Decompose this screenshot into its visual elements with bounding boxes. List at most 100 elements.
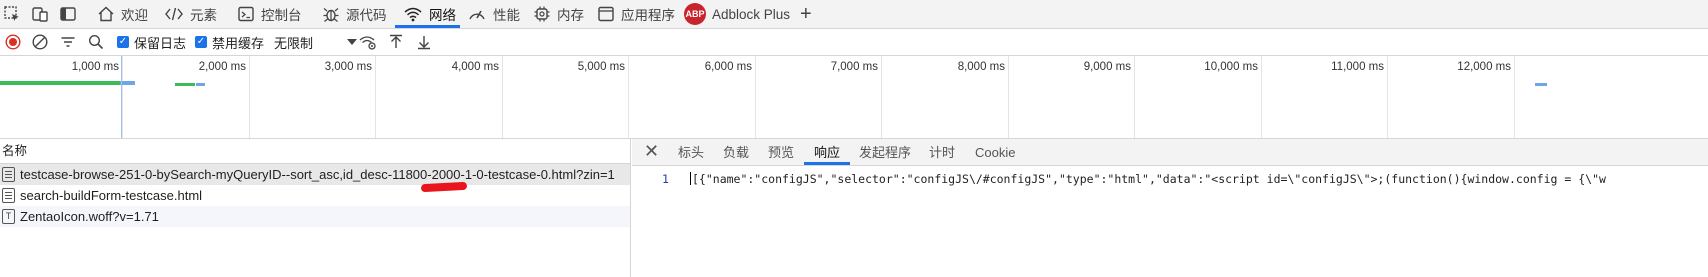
filter-icon bbox=[61, 37, 75, 47]
timeline-tick-label: 12,000 ms bbox=[1457, 61, 1511, 73]
download-icon bbox=[418, 36, 430, 50]
throttling-select[interactable]: 无限制 bbox=[274, 34, 358, 51]
preserve-log-checkbox[interactable]: ✓ 保留日志 bbox=[117, 34, 187, 51]
tab-label: 性能 bbox=[493, 8, 520, 23]
tab-label: Adblock Plus bbox=[712, 6, 791, 22]
tab-label: 源代码 bbox=[346, 8, 387, 23]
chevron-down-icon bbox=[347, 39, 358, 45]
clear-button[interactable] bbox=[30, 32, 50, 52]
table-row[interactable]: testcase-browse-251-0-bySearch-myQueryID… bbox=[0, 164, 630, 185]
add-tool-icon[interactable]: + bbox=[800, 3, 812, 26]
gauge-icon bbox=[469, 10, 485, 20]
tab-headers[interactable]: 标头 bbox=[678, 139, 704, 165]
import-har-button[interactable] bbox=[386, 32, 406, 52]
request-name: search-buildForm-testcase.html bbox=[20, 188, 203, 203]
search-button[interactable] bbox=[86, 32, 106, 52]
tab-timing[interactable]: 计时 bbox=[929, 139, 955, 165]
timeline-selection-marker bbox=[121, 56, 122, 138]
tab-cookie[interactable]: Cookie bbox=[975, 139, 1015, 165]
preserve-log-label: 保留日志 bbox=[134, 35, 187, 51]
bug-icon bbox=[323, 8, 339, 22]
timeline-tick-label: 1,000 ms bbox=[71, 61, 119, 73]
export-har-button[interactable] bbox=[414, 32, 434, 52]
tab-memory[interactable]: 内存 bbox=[533, 0, 584, 28]
tab-label: 应用程序 bbox=[621, 8, 675, 23]
timeline-gridline bbox=[1514, 56, 1515, 138]
tab-preview[interactable]: 预览 bbox=[768, 139, 794, 165]
tab-performance[interactable]: 性能 bbox=[467, 0, 520, 28]
timeline-gridline bbox=[375, 56, 376, 138]
record-icon bbox=[5, 34, 21, 50]
network-conditions-button[interactable] bbox=[358, 32, 378, 52]
checkbox-checked-icon: ✓ bbox=[195, 36, 207, 48]
chip-icon bbox=[534, 6, 550, 22]
filter-button[interactable] bbox=[58, 32, 78, 52]
timeline-gridline bbox=[249, 56, 250, 138]
document-icon bbox=[2, 188, 15, 203]
timeline-tick-label: 11,000 ms bbox=[1331, 61, 1384, 73]
response-viewer[interactable]: 1 [{"name":"configJS","selector":"config… bbox=[632, 169, 1708, 193]
response-line: [{"name":"configJS","selector":"configJS… bbox=[690, 172, 1606, 186]
timeline-bar-green bbox=[0, 81, 120, 85]
timeline-gridline bbox=[1134, 56, 1135, 138]
timeline-tick-label: 4,000 ms bbox=[451, 61, 499, 73]
timeline-tick-label: 2,000 ms bbox=[198, 61, 246, 73]
font-icon: T bbox=[2, 209, 15, 224]
timeline-gridline bbox=[502, 56, 503, 138]
search-icon bbox=[88, 34, 104, 50]
request-detail-pane: ✕ 标头 负载 预览 响应 发起程序 计时 Cookie 1 [{"name":… bbox=[632, 139, 1708, 277]
active-tab-indicator bbox=[804, 162, 850, 165]
timeline-tick-label: 3,000 ms bbox=[324, 61, 372, 73]
record-button[interactable] bbox=[3, 32, 23, 52]
clear-icon bbox=[32, 34, 48, 50]
abp-icon: ABP bbox=[684, 3, 706, 25]
tab-label: 内存 bbox=[557, 8, 584, 23]
timeline-bar-green bbox=[175, 83, 195, 86]
tab-sources[interactable]: 源代码 bbox=[322, 0, 387, 28]
request-list: 名称 testcase-browse-251-0-bySearch-myQuer… bbox=[0, 139, 631, 277]
tab-label: 控制台 bbox=[261, 8, 302, 23]
console-icon bbox=[238, 6, 254, 22]
timeline-tick-label: 6,000 ms bbox=[704, 61, 752, 73]
timeline-gridline bbox=[122, 56, 123, 138]
network-overview-timeline[interactable]: 1,000 ms 2,000 ms 3,000 ms 4,000 ms 5,000 ms… bbox=[0, 56, 1708, 139]
tab-adblock-plus[interactable]: ABP Adblock Plus bbox=[684, 0, 790, 28]
home-icon bbox=[98, 6, 114, 22]
tab-network[interactable]: 网络 bbox=[403, 0, 456, 28]
tab-initiator[interactable]: 发起程序 bbox=[859, 139, 911, 165]
timeline-tick-label: 8,000 ms bbox=[957, 61, 1005, 73]
table-row[interactable]: search-buildForm-testcase.html bbox=[0, 185, 630, 206]
tab-welcome[interactable]: 欢迎 bbox=[97, 0, 148, 28]
disable-cache-label: 禁用缓存 bbox=[212, 35, 265, 51]
timeline-tick-label: 10,000 ms bbox=[1204, 61, 1258, 73]
disable-cache-checkbox[interactable]: ✓ 禁用缓存 bbox=[195, 34, 265, 51]
checkbox-checked-icon: ✓ bbox=[117, 36, 129, 48]
request-name: testcase-browse-251-0-bySearch-myQueryID… bbox=[20, 167, 615, 182]
throttling-value: 无限制 bbox=[274, 35, 314, 51]
device-emulation-icon[interactable] bbox=[30, 4, 50, 24]
close-icon[interactable]: ✕ bbox=[644, 141, 659, 162]
tab-payload[interactable]: 负载 bbox=[723, 139, 749, 165]
timeline-gridline bbox=[1008, 56, 1009, 138]
line-number: 1 bbox=[662, 172, 669, 186]
timeline-tick-label: 5,000 ms bbox=[577, 61, 625, 73]
tab-console[interactable]: 控制台 bbox=[237, 0, 302, 28]
name-column-header[interactable]: 名称 bbox=[0, 139, 630, 164]
response-text: [{"name":"configJS","selector":"configJS… bbox=[692, 172, 1606, 186]
upload-icon bbox=[390, 34, 402, 48]
tab-application[interactable]: 应用程序 bbox=[597, 0, 675, 28]
detail-tab-bar: ✕ 标头 负载 预览 响应 发起程序 计时 Cookie bbox=[632, 139, 1708, 166]
inspect-element-icon[interactable] bbox=[2, 4, 22, 24]
timeline-gridline bbox=[1387, 56, 1388, 138]
timeline-gridline bbox=[755, 56, 756, 138]
code-icon bbox=[165, 7, 183, 21]
active-tab-indicator bbox=[395, 25, 460, 28]
timeline-tick-label: 9,000 ms bbox=[1083, 61, 1131, 73]
network-toolbar: ✓ 保留日志 ✓ 禁用缓存 无限制 bbox=[0, 29, 1708, 56]
tab-label: 网络 bbox=[429, 8, 456, 23]
timeline-bar-blue bbox=[1535, 83, 1547, 86]
table-row[interactable]: T ZentaoIcon.woff?v=1.71 bbox=[0, 206, 630, 227]
tab-label: 欢迎 bbox=[121, 8, 148, 23]
tab-elements[interactable]: 元素 bbox=[164, 0, 217, 28]
dock-side-icon[interactable] bbox=[58, 4, 78, 24]
